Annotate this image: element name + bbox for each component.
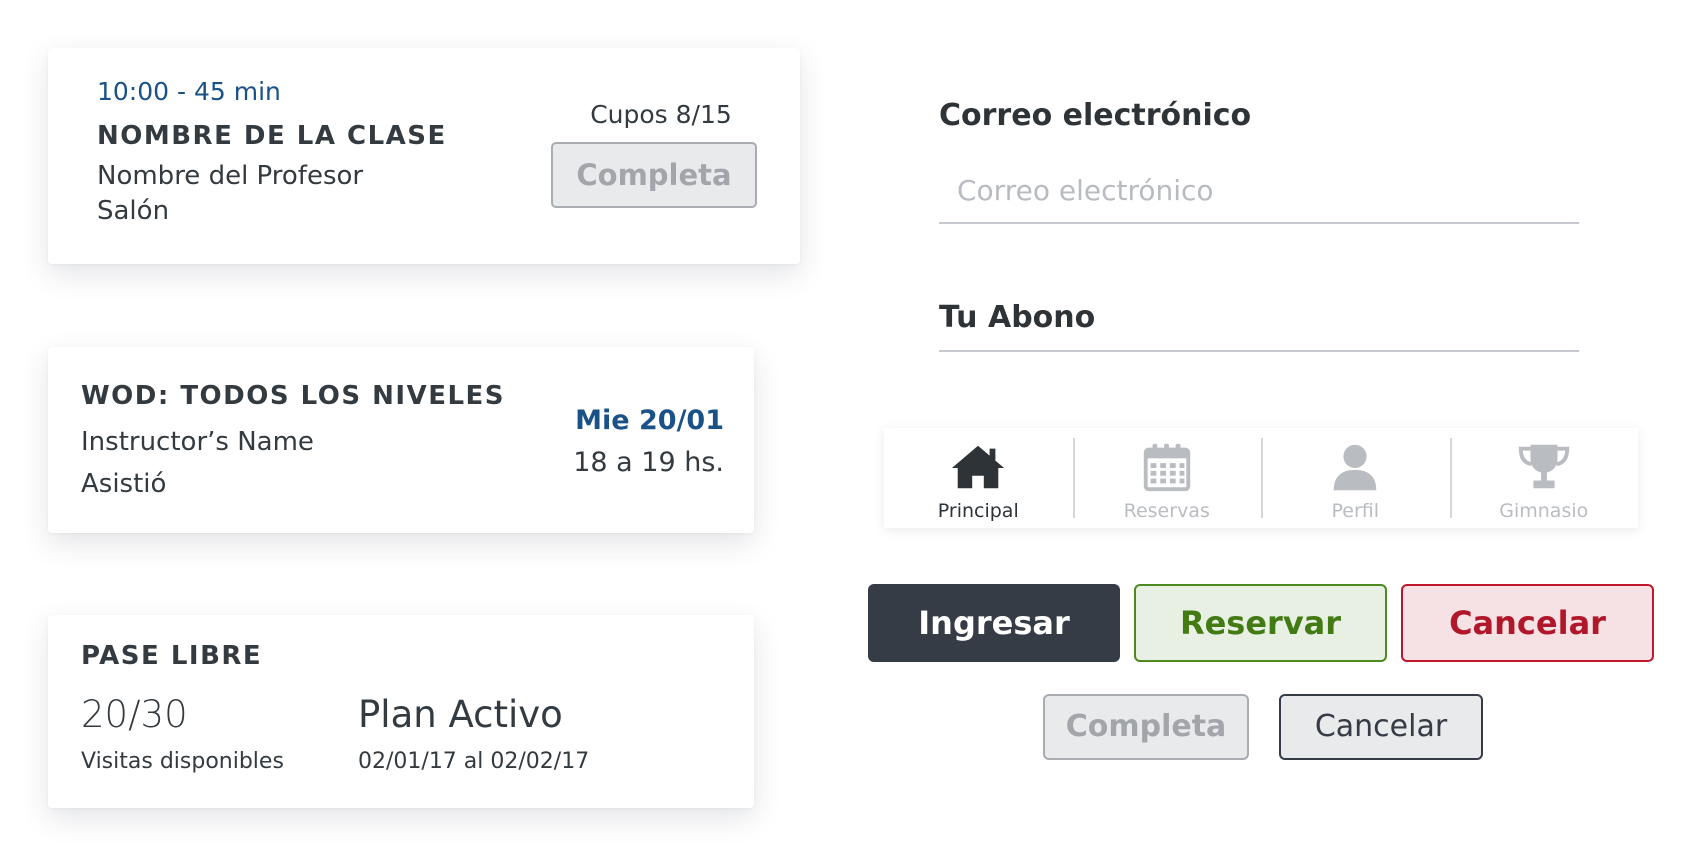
abono-underline — [939, 350, 1579, 352]
cancelar-secondary-button[interactable]: Cancelar — [1279, 694, 1483, 760]
email-label: Correo electrónico — [939, 98, 1252, 133]
calendar-icon — [1143, 443, 1190, 492]
tab-label-perfil: Perfil — [1331, 500, 1380, 522]
bottom-tab-bar: Principal Reservas Perfil Gimnasio — [884, 428, 1638, 528]
plan-status: Plan Activo — [358, 693, 563, 736]
tab-label-reservas: Reservas — [1123, 500, 1210, 522]
tab-reservas[interactable]: Reservas — [1072, 428, 1262, 528]
trophy-icon — [1518, 444, 1569, 489]
email-input[interactable] — [940, 164, 1614, 216]
wod-date: Mie 20/01 — [575, 405, 724, 436]
class-spots: Cupos 8/15 — [590, 100, 732, 129]
tab-label-gimnasio: Gimnasio — [1499, 500, 1589, 522]
abono-label: Tu Abono — [939, 300, 1096, 335]
wod-hours: 18 a 19 hs. — [573, 447, 724, 478]
class-time: 10:00 - 45 min — [97, 77, 281, 106]
class-card: 10:00 - 45 min NOMBRE DE LA CLASE Nombre… — [48, 48, 800, 264]
plan-dates: 02/01/17 al 02/02/17 — [358, 749, 590, 774]
pass-title: PASE LIBRE — [81, 641, 263, 671]
completa-button[interactable]: Completa — [551, 142, 757, 208]
class-title: NOMBRE DE LA CLASE — [97, 121, 447, 151]
cancelar-button[interactable]: Cancelar — [1401, 584, 1654, 662]
wod-instructor: Instructor’s Name — [81, 427, 314, 457]
ingresar-button[interactable]: Ingresar — [868, 584, 1120, 662]
tab-gimnasio[interactable]: Gimnasio — [1449, 428, 1639, 528]
user-icon — [1333, 444, 1377, 491]
completa-disabled-button[interactable]: Completa — [1043, 694, 1249, 760]
tab-principal[interactable]: Principal — [884, 428, 1073, 528]
visits-count: 20/30 — [81, 693, 188, 736]
tab-label-principal: Principal — [937, 500, 1019, 522]
wod-attendance: Asistió — [81, 469, 167, 499]
wod-title: WOD: TODOS LOS NIVELES — [81, 381, 506, 411]
visits-label: Visitas disponibles — [81, 749, 284, 774]
tab-perfil[interactable]: Perfil — [1261, 428, 1450, 528]
reservar-button[interactable]: Reservar — [1134, 584, 1387, 662]
wod-card: WOD: TODOS LOS NIVELES Instructor’s Name… — [48, 347, 754, 533]
home-icon — [952, 445, 1005, 489]
class-room: Salón — [97, 196, 170, 226]
class-teacher: Nombre del Profesor — [97, 161, 364, 191]
email-underline — [939, 222, 1579, 224]
pass-card: PASE LIBRE 20/30 Visitas disponibles Pla… — [48, 615, 754, 808]
